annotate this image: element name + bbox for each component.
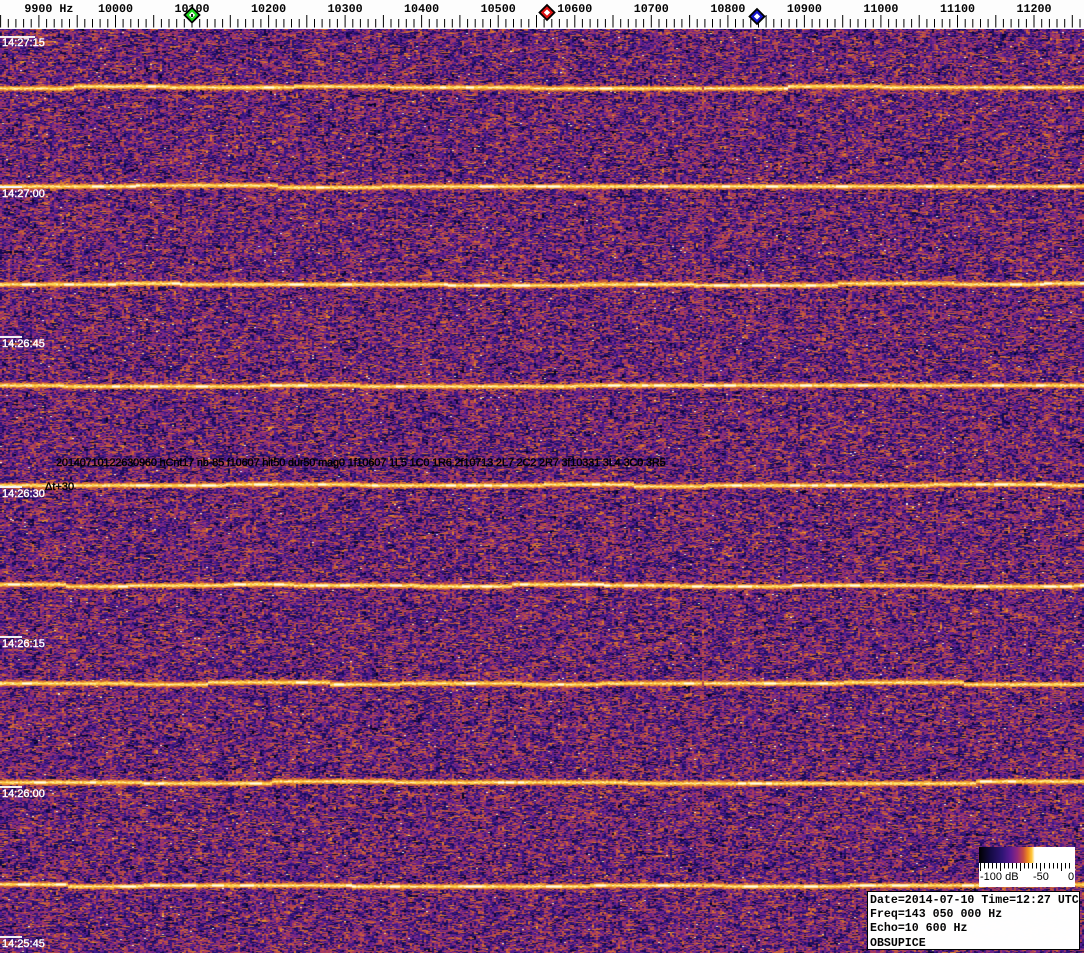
svg-text:11200: 11200 — [1016, 2, 1051, 16]
svg-text:10800: 10800 — [710, 2, 745, 16]
svg-text:10300: 10300 — [328, 2, 363, 16]
svg-text:11100: 11100 — [940, 2, 975, 16]
svg-text:10700: 10700 — [634, 2, 669, 16]
svg-text:10900: 10900 — [787, 2, 822, 16]
svg-text:10500: 10500 — [481, 2, 516, 16]
svg-text:10000: 10000 — [98, 2, 133, 16]
svg-text:11000: 11000 — [863, 2, 898, 16]
svg-text:10400: 10400 — [404, 2, 439, 16]
svg-text:10200: 10200 — [251, 2, 286, 16]
svg-text:10600: 10600 — [557, 2, 592, 16]
svg-text:9900 Hz: 9900 Hz — [24, 2, 73, 16]
